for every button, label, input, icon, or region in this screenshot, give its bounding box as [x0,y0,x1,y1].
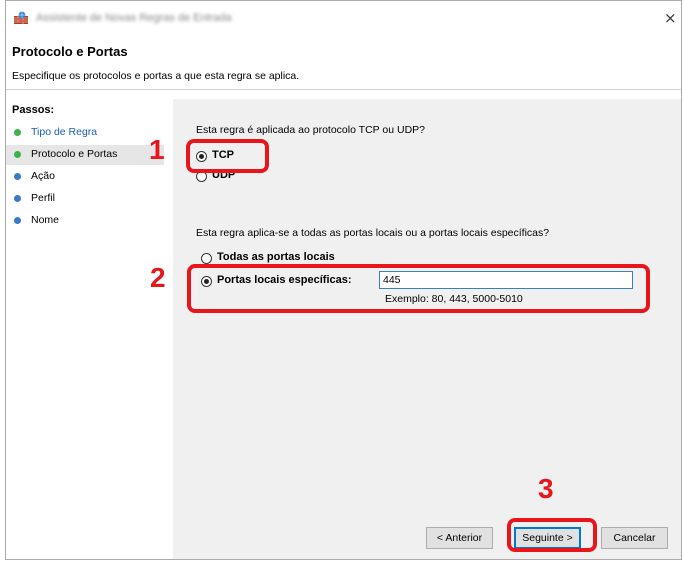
step-protocolo-e-portas[interactable]: Protocolo e Portas [6,145,164,165]
all-ports-radio[interactable] [201,253,212,264]
step-label: Tipo de Regra [31,126,98,138]
window-title: Assistente de Novas Regras de Entrada [36,12,232,24]
annotation-number-3: 3 [538,473,554,504]
tcp-highlight-box [186,139,269,173]
step-label: Protocolo e Portas [31,148,118,160]
step-status-dot-icon [14,195,21,202]
step-acao[interactable]: Ação [6,167,164,187]
ports-question: Esta regra aplica-se a todas as portas l… [196,227,550,239]
annotation-number-1: 1 [149,134,165,165]
step-label: Perfil [31,192,55,204]
step-status-dot-icon [14,173,21,180]
step-tipo-de-regra[interactable]: Tipo de Regra [6,123,164,143]
close-button[interactable]: × [664,9,677,27]
step-status-dot-icon [14,217,21,224]
step-label: Nome [31,214,60,226]
ports-highlight-box [187,264,650,313]
cancel-button[interactable]: Cancelar [601,527,668,549]
back-button[interactable]: < Anterior [426,527,493,549]
page-subtitle: Especifique os protocolos e portas a que… [12,70,300,82]
annotation-number-2: 2 [150,262,166,293]
step-status-dot-icon [14,129,21,136]
step-perfil[interactable]: Perfil [6,189,164,209]
steps-title: Passos: [12,104,55,116]
title-bar: Assistente de Novas Regras de Entrada × [6,1,681,33]
next-highlight-box [507,518,597,552]
step-nome[interactable]: Nome [6,211,164,231]
firewall-icon [14,11,28,24]
protocol-question: Esta regra é aplicada ao protocolo TCP o… [196,124,425,136]
all-ports-label[interactable]: Todas as portas locais [217,251,335,263]
page-title: Protocolo e Portas [12,44,128,59]
step-status-dot-icon [14,151,21,158]
header-divider [6,89,681,90]
step-label: Ação [31,170,55,182]
